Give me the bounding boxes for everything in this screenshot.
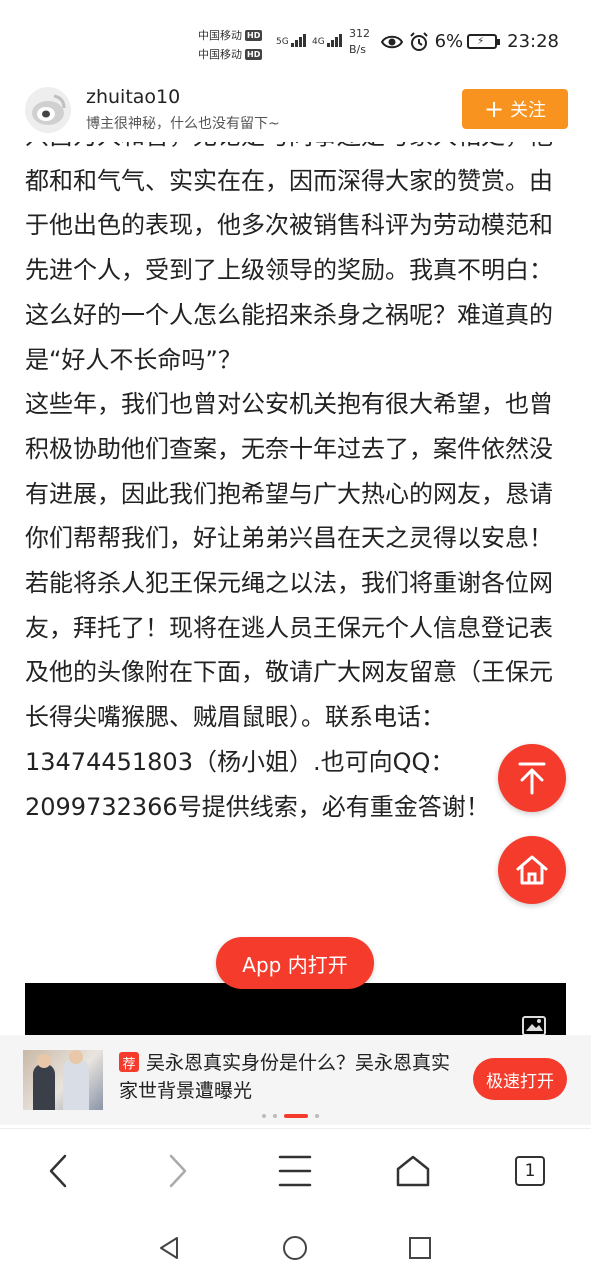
recommend-badge: 荐 (119, 1052, 139, 1072)
article-body: 兴昌为人和善，无论是与同事还是与家人相处，他都和和气气、实实在在，因而深得大家的… (0, 142, 591, 1034)
system-home-button[interactable] (277, 1230, 313, 1266)
system-back-button[interactable] (151, 1230, 187, 1266)
quick-open-button[interactable]: 极速打开 (473, 1058, 567, 1100)
network-5g-label: 5G (276, 37, 289, 47)
arrow-up-icon (518, 762, 546, 795)
carrier-label-2: 中国移动 (198, 48, 242, 61)
carousel-indicator (262, 1114, 326, 1118)
plus-icon: + (483, 95, 505, 123)
chevron-left-icon (49, 1154, 67, 1188)
username[interactable]: zhuitao10 (86, 86, 180, 108)
hd-badge-1: HD (245, 30, 263, 41)
follow-label: 关注 (510, 100, 547, 121)
recommendation-title[interactable]: 吴永恩真实身份是什么？吴永恩真实家世背景遭曝光 (119, 1049, 464, 1105)
carousel-dot (262, 1114, 266, 1118)
battery-percent: 6% (434, 31, 464, 52)
clock-time: 23:28 (507, 31, 559, 52)
triangle-back-icon (160, 1237, 178, 1259)
status-right: 6% ⚡ 23:28 (380, 31, 559, 52)
system-recents-button[interactable] (402, 1230, 438, 1266)
back-to-top-button[interactable] (498, 744, 566, 812)
hd-badge-2: HD (245, 49, 263, 60)
eye-icon (380, 35, 403, 48)
system-navigation-bar (0, 1216, 591, 1280)
recommendation-thumbnail (23, 1050, 103, 1110)
signal-4g-icon: 4G (312, 34, 343, 47)
profile-header: zhuitao10 博主很神秘，什么也没有留下~ + 关注 (0, 80, 591, 142)
tabs-button[interactable]: 1 (506, 1147, 554, 1195)
carousel-dot (315, 1114, 319, 1118)
follow-button[interactable]: + 关注 (462, 89, 568, 129)
circle-home-icon (283, 1236, 307, 1260)
square-recents-icon (409, 1237, 431, 1259)
speed-value: 312 (349, 27, 370, 40)
alarm-icon (409, 31, 428, 51)
carousel-dot-active (284, 1114, 308, 1118)
menu-button[interactable] (271, 1147, 319, 1195)
network-speed: 312 B/s (349, 26, 370, 58)
battery-icon: ⚡ (467, 34, 501, 49)
image-icon (522, 1016, 546, 1036)
speed-unit: B/s (349, 43, 366, 56)
browser-toolbar: 1 (0, 1128, 591, 1216)
carrier-info: 中国移动 HD 中国移动 HD (198, 26, 263, 64)
back-button[interactable] (34, 1147, 82, 1195)
house-icon (396, 1155, 430, 1187)
carousel-dot (273, 1114, 277, 1118)
user-bio: 博主很神秘，什么也没有留下~ (86, 116, 280, 132)
signal-5g-icon: 5G (276, 34, 307, 47)
forward-button[interactable] (154, 1147, 202, 1195)
article-paragraph-1: 兴昌为人和善，无论是与同事还是与家人相处，他都和和气气、实实在在，因而深得大家的… (25, 142, 553, 374)
network-4g-label: 4G (312, 37, 325, 47)
tab-count: 1 (515, 1156, 545, 1186)
status-bar: 中国移动 HD 中国移动 HD 5G 4G 312 B/s 6% ⚡ 23:28 (0, 0, 591, 80)
chevron-right-icon (169, 1154, 187, 1188)
open-in-app-button[interactable]: App 内打开 (216, 937, 374, 989)
carrier-label-1: 中国移动 (198, 29, 242, 42)
home-nav-button[interactable] (389, 1147, 437, 1195)
article-paragraph-2: 这些年，我们也曾对公安机关抱有很大希望，也曾积极协助他们查案，无奈十年过去了，案… (25, 390, 553, 821)
media-block[interactable] (25, 983, 566, 1036)
home-button[interactable] (498, 836, 566, 904)
menu-icon (278, 1155, 312, 1187)
avatar[interactable] (24, 86, 72, 134)
home-icon (516, 855, 548, 885)
